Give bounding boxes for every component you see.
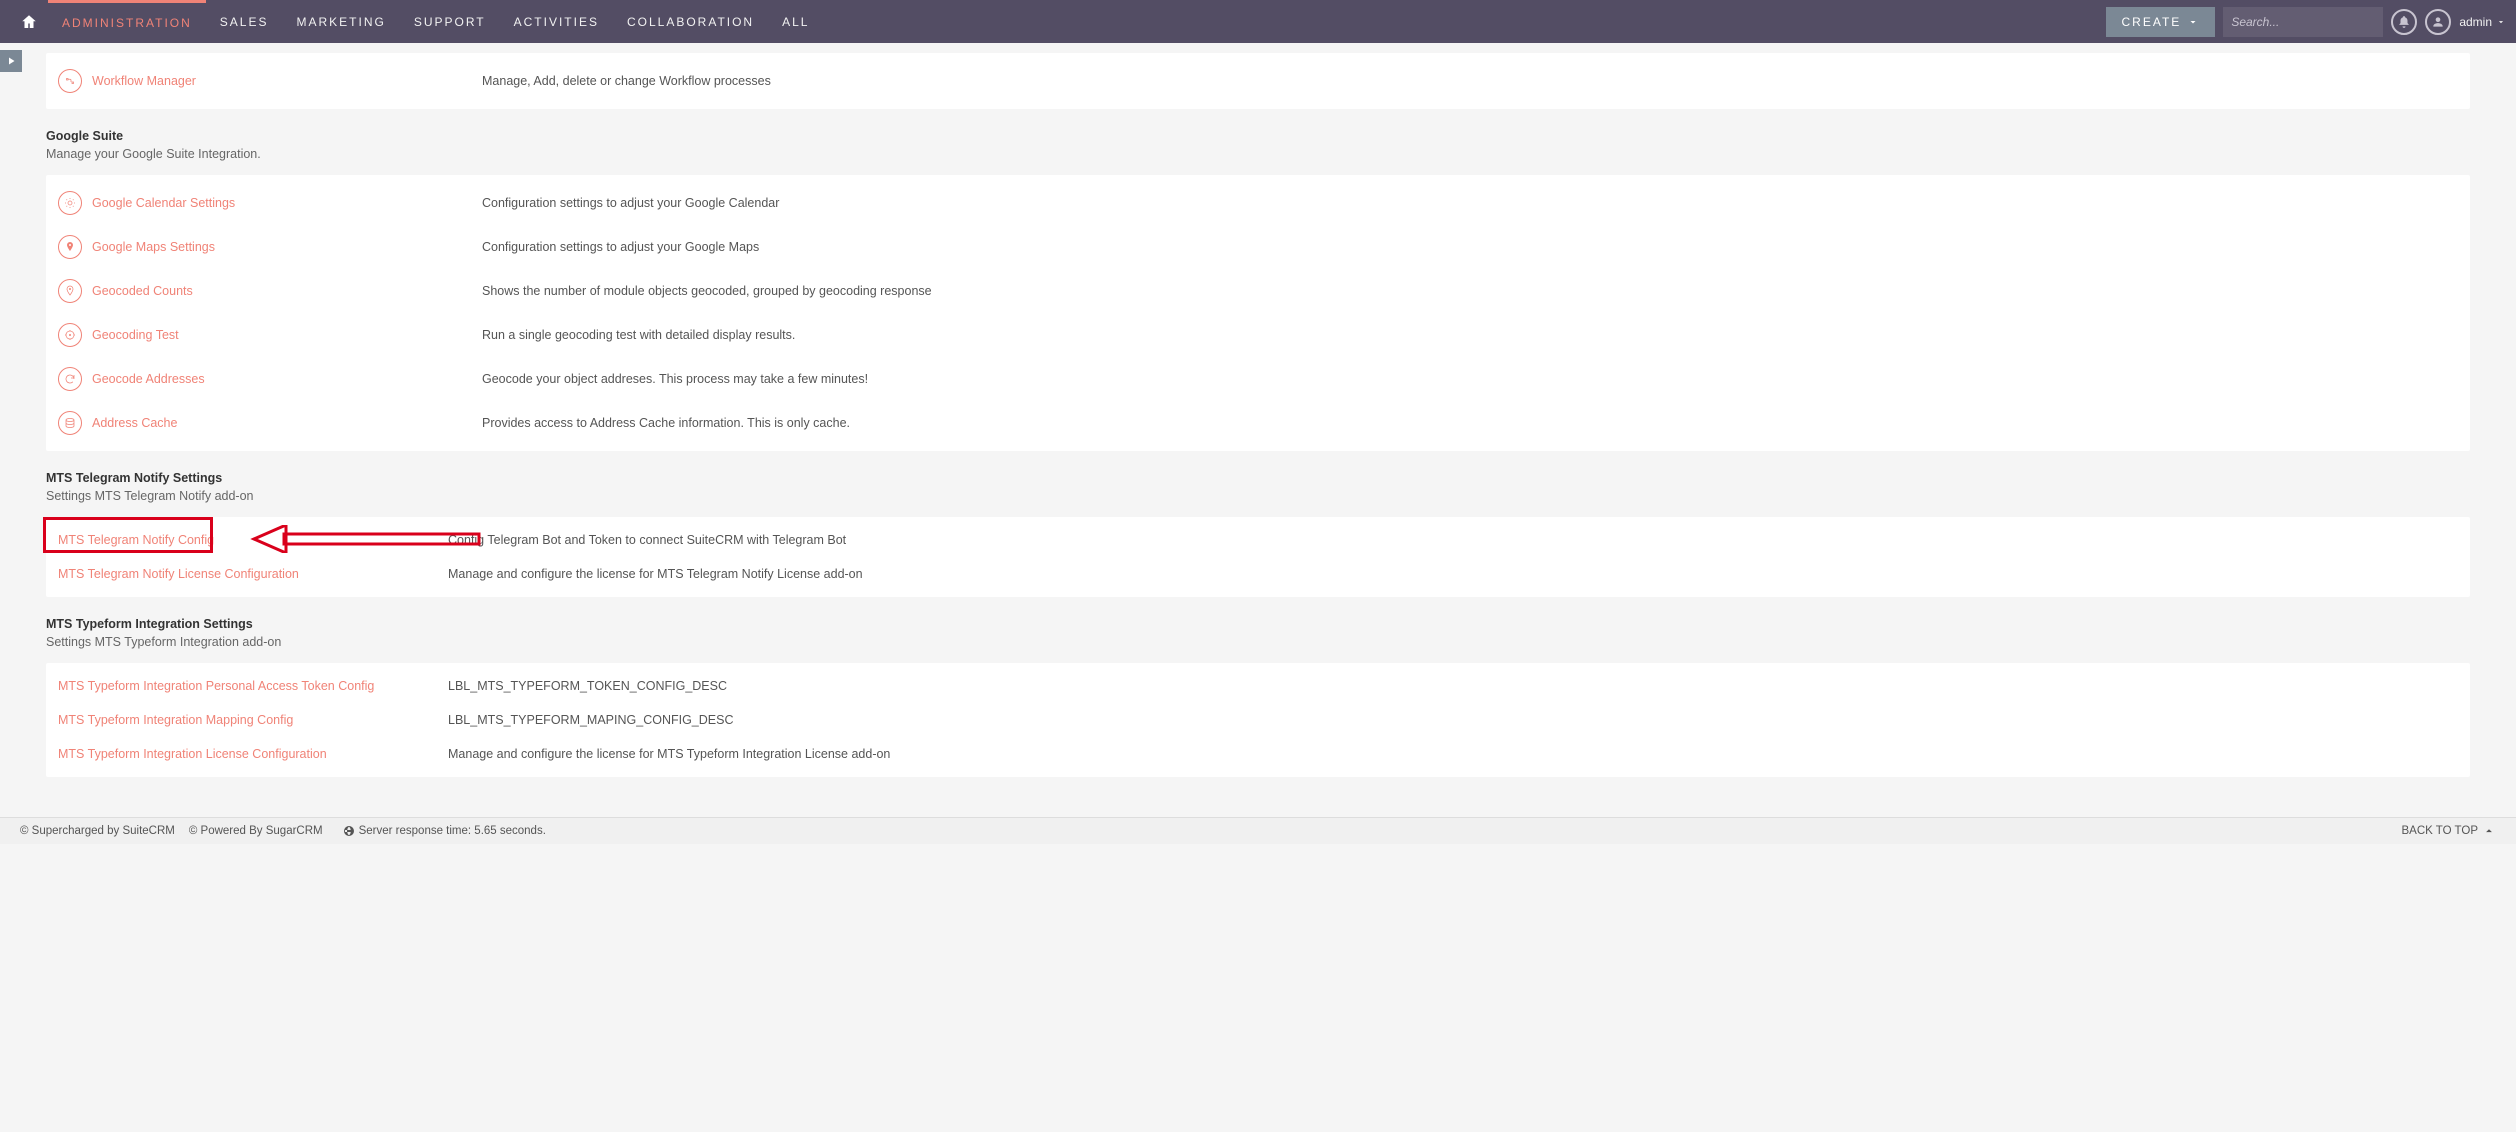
settings-desc: Configuration settings to adjust your Go… <box>482 240 759 254</box>
settings-row: MTS Typeform Integration Personal Access… <box>46 669 2470 703</box>
nav-item-marketing[interactable]: MARKETING <box>282 0 399 43</box>
search-wrap <box>2223 7 2383 37</box>
footer: © Supercharged by SuiteCRM © Powered By … <box>0 817 2516 844</box>
settings-row: Google Calendar Settings Configuration se… <box>46 181 2470 225</box>
user-icon[interactable] <box>2425 9 2451 35</box>
nav-item-sales[interactable]: SALES <box>206 0 283 43</box>
settings-desc: Config Telegram Bot and Token to connect… <box>448 533 846 547</box>
settings-row: Geocoded Counts Shows the number of modul… <box>46 269 2470 313</box>
settings-link[interactable]: MTS Typeform Integration Personal Access… <box>58 679 374 693</box>
settings-row: Geocoding Test Run a single geocoding tes… <box>46 313 2470 357</box>
settings-desc: Manage and configure the license for MTS… <box>448 747 890 761</box>
settings-desc: Configuration settings to adjust your Go… <box>482 196 779 210</box>
settings-link[interactable]: Geocoded Counts <box>92 284 193 298</box>
settings-desc: Provides access to Address Cache informa… <box>482 416 850 430</box>
user-menu[interactable]: admin <box>2459 15 2506 29</box>
section-subtitle: Settings MTS Typeform Integration add-on <box>46 635 2470 649</box>
refresh-icon <box>58 367 82 391</box>
create-button[interactable]: CREATE <box>2106 7 2216 37</box>
settings-desc: LBL_MTS_TYPEFORM_MAPING_CONFIG_DESC <box>448 713 733 727</box>
pin-icon <box>58 235 82 259</box>
section-title: Google Suite <box>46 129 2470 143</box>
nav-item-administration[interactable]: ADMINISTRATION <box>48 0 206 43</box>
nav-item-support[interactable]: SUPPORT <box>400 0 500 43</box>
settings-link[interactable]: Google Calendar Settings <box>92 196 235 210</box>
settings-link[interactable]: MTS Typeform Integration License Configu… <box>58 747 327 761</box>
settings-desc: LBL_MTS_TYPEFORM_TOKEN_CONFIG_DESC <box>448 679 727 693</box>
marker-icon <box>58 279 82 303</box>
settings-row: MTS Typeform Integration Mapping Config L… <box>46 703 2470 737</box>
settings-panel: MTS Typeform Integration Personal Access… <box>46 663 2470 777</box>
search-input[interactable] <box>2231 15 2388 29</box>
settings-row: MTS Telegram Notify Config Config Telegra… <box>46 523 2470 557</box>
gear-icon <box>58 191 82 215</box>
settings-row: MTS Telegram Notify License Configuratio… <box>46 557 2470 591</box>
section-title: MTS Telegram Notify Settings <box>46 471 2470 485</box>
chevron-up-icon <box>2482 824 2496 838</box>
nav-item-activities[interactable]: ACTIVITIES <box>500 0 613 43</box>
cache-icon <box>58 411 82 435</box>
settings-row: Address Cache Provides access to Address … <box>46 401 2470 445</box>
settings-panel: Google Calendar Settings Configuration se… <box>46 175 2470 451</box>
settings-row: MTS Typeform Integration License Configu… <box>46 737 2470 771</box>
workflow-icon <box>58 69 82 93</box>
settings-link[interactable]: MTS Typeform Integration Mapping Config <box>58 713 293 727</box>
settings-row: Google Maps Settings Configuration settin… <box>46 225 2470 269</box>
target-icon <box>58 323 82 347</box>
settings-desc: Geocode your object addreses. This proce… <box>482 372 868 386</box>
settings-link[interactable]: MTS Telegram Notify License Configuratio… <box>58 567 299 581</box>
footer-supercharged: © Supercharged by SuiteCRM <box>20 825 175 837</box>
settings-panel: Workflow Manager Manage, Add, delete or c… <box>46 53 2470 109</box>
bell-icon[interactable] <box>2391 9 2417 35</box>
settings-link[interactable]: Address Cache <box>92 416 177 430</box>
settings-desc: Run a single geocoding test with detaile… <box>482 328 795 342</box>
settings-row: Workflow Manager Manage, Add, delete or c… <box>46 59 2470 103</box>
footer-powered: © Powered By SugarCRM <box>189 825 323 837</box>
section-subtitle: Manage your Google Suite Integration. <box>46 147 2470 161</box>
nav-items: ADMINISTRATIONSALESMARKETINGSUPPORTACTIV… <box>48 0 823 43</box>
section-subtitle: Settings MTS Telegram Notify add-on <box>46 489 2470 503</box>
home-icon[interactable] <box>10 0 48 43</box>
settings-link[interactable]: Workflow Manager <box>92 74 196 88</box>
settings-link[interactable]: MTS Telegram Notify Config <box>58 533 214 547</box>
nav-item-collaboration[interactable]: COLLABORATION <box>613 0 768 43</box>
settings-desc: Manage and configure the license for MTS… <box>448 567 863 581</box>
settings-row: Geocode Addresses Geocode your object add… <box>46 357 2470 401</box>
section-title: MTS Typeform Integration Settings <box>46 617 2470 631</box>
main-content: Workflow Manager Manage, Add, delete or c… <box>0 43 2516 817</box>
top-nav: ADMINISTRATIONSALESMARKETINGSUPPORTACTIV… <box>0 0 2516 43</box>
settings-desc: Manage, Add, delete or change Workflow p… <box>482 74 771 88</box>
globe-icon <box>343 825 355 837</box>
nav-item-all[interactable]: ALL <box>768 0 823 43</box>
back-to-top-button[interactable]: BACK TO TOP <box>2402 824 2497 838</box>
settings-panel: MTS Telegram Notify Config Config Telegra… <box>46 517 2470 597</box>
settings-link[interactable]: Geocoding Test <box>92 328 179 342</box>
side-play-button[interactable] <box>0 50 22 72</box>
chevron-down-icon <box>2496 17 2506 27</box>
footer-response: Server response time: 5.65 seconds. <box>359 825 546 837</box>
user-name: admin <box>2459 15 2492 29</box>
settings-link[interactable]: Google Maps Settings <box>92 240 215 254</box>
create-label: CREATE <box>2122 15 2182 29</box>
settings-link[interactable]: Geocode Addresses <box>92 372 205 386</box>
settings-desc: Shows the number of module objects geoco… <box>482 284 932 298</box>
chevron-down-icon <box>2187 16 2199 28</box>
back-to-top-label: BACK TO TOP <box>2402 825 2479 837</box>
